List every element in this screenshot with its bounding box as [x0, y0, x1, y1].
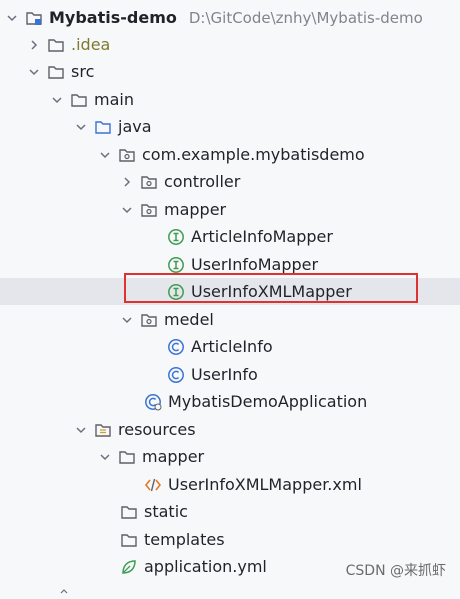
chevron-down-icon[interactable] [5, 11, 19, 25]
package-icon [140, 311, 158, 329]
chevron-down-icon[interactable] [120, 313, 134, 327]
tree-row-user-info[interactable]: UserInfo [0, 361, 460, 388]
tree-row-medel-package[interactable]: medel [0, 306, 460, 333]
chevron-right-icon[interactable] [120, 175, 134, 189]
resources-folder-icon [94, 421, 112, 439]
tree-row-src[interactable]: src [0, 58, 460, 85]
tree-label-mapper-package: mapper [164, 200, 227, 219]
tree-row-static[interactable]: static [0, 498, 460, 525]
tree-label-templates: templates [144, 530, 225, 549]
chevron-down-icon[interactable] [98, 450, 112, 464]
folder-icon [120, 503, 138, 521]
package-icon [140, 201, 158, 219]
tree-label-user-mapper: UserInfoMapper [191, 255, 319, 274]
tree-row-application-class[interactable]: MybatisDemoApplication [0, 388, 460, 415]
next-row-chevron-icon [60, 580, 68, 594]
tree-row-resources-mapper[interactable]: mapper [0, 443, 460, 470]
spring-boot-class-icon [144, 393, 162, 411]
project-name: Mybatis-demo [49, 8, 177, 27]
folder-icon [120, 531, 138, 549]
tree-row-java[interactable]: java [0, 113, 460, 140]
tree-label-user-info: UserInfo [191, 365, 258, 384]
tree-label-main: main [94, 90, 134, 109]
tree-label-controller: controller [164, 172, 241, 191]
package-icon [140, 173, 158, 191]
tree-label-xml-file: UserInfoXMLMapper.xml [168, 475, 362, 494]
folder-icon [47, 36, 65, 54]
tree-row-resources[interactable]: resources [0, 416, 460, 443]
tree-label-resources-mapper: mapper [142, 447, 205, 466]
chevron-right-icon[interactable] [27, 38, 41, 52]
tree-label-medel-package: medel [164, 310, 214, 329]
tree-row-article-info[interactable]: ArticleInfo [0, 333, 460, 360]
xml-file-icon [144, 476, 162, 494]
chevron-down-icon[interactable] [74, 120, 88, 134]
tree-label-package: com.example.mybatisdemo [142, 145, 365, 164]
tree-label-application-yml: application.yml [144, 557, 267, 576]
watermark: CSDN @来抓虾 [345, 563, 446, 579]
source-folder-icon [94, 118, 112, 136]
tree-label-static: static [144, 502, 188, 521]
class-icon [167, 366, 185, 384]
interface-icon [167, 256, 185, 274]
tree-label-idea: .idea [71, 35, 111, 54]
tree-label-application-class: MybatisDemoApplication [168, 392, 368, 411]
tree-row-controller[interactable]: controller [0, 168, 460, 195]
chevron-down-icon[interactable] [98, 148, 112, 162]
highlight-annotation [124, 273, 418, 303]
chevron-down-icon[interactable] [74, 423, 88, 437]
tree-row-xml-file[interactable]: UserInfoXMLMapper.xml [0, 471, 460, 498]
module-folder-icon [25, 9, 43, 27]
package-icon [118, 146, 136, 164]
tree-label-article-info: ArticleInfo [191, 337, 273, 356]
chevron-down-icon[interactable] [120, 203, 134, 217]
interface-icon [167, 228, 185, 246]
tree-row-main[interactable]: main [0, 86, 460, 113]
tree-row-mapper-package[interactable]: mapper [0, 196, 460, 223]
project-path: D:\GitCode\znhy\Mybatis-demo [188, 8, 423, 27]
folder-icon [118, 448, 136, 466]
folder-icon [70, 91, 88, 109]
tree-label-src: src [71, 62, 95, 81]
tree-row-idea[interactable]: .idea [0, 31, 460, 58]
tree-label-resources: resources [118, 420, 196, 439]
tree-label-java: java [118, 117, 152, 136]
tree-row-article-mapper[interactable]: ArticleInfoMapper [0, 223, 460, 250]
spring-config-icon [120, 558, 138, 576]
chevron-down-icon[interactable] [27, 65, 41, 79]
tree-row-package[interactable]: com.example.mybatisdemo [0, 141, 460, 168]
class-icon [167, 338, 185, 356]
tree-row-templates[interactable]: templates [0, 526, 460, 553]
folder-icon [47, 63, 65, 81]
tree-row-project[interactable]: Mybatis-demo D:\GitCode\znhy\Mybatis-dem… [0, 4, 460, 31]
tree-label-article-mapper: ArticleInfoMapper [191, 227, 333, 246]
chevron-down-icon[interactable] [50, 93, 64, 107]
